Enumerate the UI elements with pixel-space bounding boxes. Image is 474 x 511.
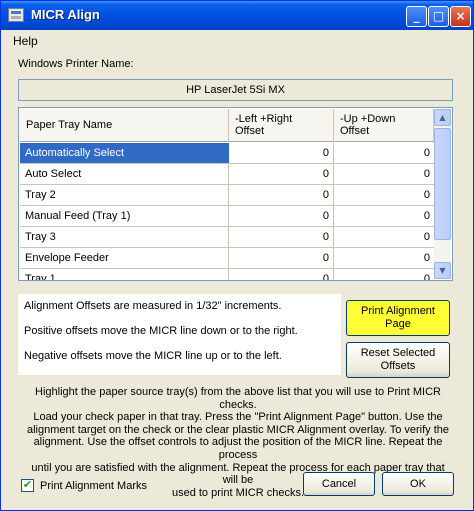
offset-info-panel: Alignment Offsets are measured in 1/32" … bbox=[18, 294, 341, 375]
left-right-offset-cell[interactable]: 0 bbox=[229, 185, 334, 205]
left-right-offset-cell[interactable]: 0 bbox=[229, 227, 334, 247]
table-row[interactable]: Manual Feed (Tray 1) 0 0 bbox=[20, 206, 434, 227]
title-bar[interactable]: MICR Align _ □ × bbox=[1, 1, 473, 30]
tray-name-cell[interactable]: Tray 2 bbox=[20, 185, 229, 205]
tray-name-cell[interactable]: Auto Select bbox=[20, 164, 229, 184]
paper-tray-grid: Paper Tray Name -Left +Right Offset -Up … bbox=[18, 107, 453, 281]
info-line-positive: Positive offsets move the MICR line down… bbox=[24, 325, 298, 337]
app-icon bbox=[8, 8, 24, 22]
up-down-offset-cell[interactable]: 0 bbox=[334, 227, 434, 247]
minimize-button[interactable]: _ bbox=[406, 6, 427, 27]
printer-name-label: Windows Printer Name: bbox=[18, 58, 134, 70]
window-title: MICR Align bbox=[31, 7, 100, 22]
print-alignment-marks-checkbox[interactable]: ✔ bbox=[21, 478, 34, 492]
maximize-button[interactable]: □ bbox=[428, 6, 449, 27]
info-line-measure: Alignment Offsets are measured in 1/32" … bbox=[24, 300, 282, 312]
up-down-offset-cell[interactable]: 0 bbox=[334, 185, 434, 205]
table-row[interactable]: Tray 300 bbox=[20, 227, 434, 248]
cancel-button[interactable]: Cancel bbox=[303, 472, 375, 496]
reset-selected-offsets-button[interactable]: Reset Selected Offsets bbox=[346, 342, 450, 378]
tray-name-cell[interactable]: Automatically Select bbox=[20, 143, 229, 163]
tray-name-cell[interactable]: Manual Feed (Tray 1) bbox=[20, 206, 229, 226]
left-right-offset-cell[interactable]: 0 bbox=[229, 248, 334, 268]
up-down-offset-cell[interactable]: 0 bbox=[334, 248, 434, 268]
scroll-up-arrow-icon[interactable]: ▲ bbox=[434, 109, 451, 126]
ok-button[interactable]: OK bbox=[382, 472, 454, 496]
left-right-offset-cell[interactable]: 0 bbox=[229, 164, 334, 184]
up-down-offset-cell[interactable]: 0 bbox=[334, 143, 434, 163]
table-row[interactable]: Envelope Feeder 0 0 bbox=[20, 248, 434, 269]
menu-help[interactable]: Help bbox=[13, 34, 38, 48]
close-button[interactable]: × bbox=[450, 6, 471, 27]
left-right-offset-cell[interactable]: 0 bbox=[229, 269, 334, 280]
scroll-thumb[interactable] bbox=[434, 128, 451, 240]
scroll-down-arrow-icon[interactable]: ▼ bbox=[434, 262, 451, 279]
up-down-offset-cell[interactable]: 0 bbox=[334, 269, 434, 280]
grid-vertical-scrollbar[interactable]: ▲ ▼ bbox=[434, 109, 451, 279]
info-line-negative: Negative offsets move the MICR line up o… bbox=[24, 350, 282, 362]
table-row[interactable]: Tray 100 bbox=[20, 269, 434, 280]
menu-bar: Help bbox=[1, 30, 473, 51]
tray-name-cell[interactable]: Tray 3 bbox=[20, 227, 229, 247]
table-row[interactable]: Auto Select 0 0 bbox=[20, 164, 434, 185]
table-row[interactable]: Automatically Select 0 0 bbox=[20, 143, 434, 164]
printer-name-field: HP LaserJet 5Si MX bbox=[18, 79, 453, 101]
left-right-offset-cell[interactable]: 0 bbox=[229, 206, 334, 226]
table-row[interactable]: Tray 200 bbox=[20, 185, 434, 206]
tray-name-cell[interactable]: Envelope Feeder bbox=[20, 248, 229, 268]
micr-align-window: MICR Align _ □ × Help Windows Printer Na… bbox=[0, 0, 474, 511]
print-alignment-page-button[interactable]: Print Alignment Page bbox=[346, 300, 450, 336]
column-header-tray-name[interactable]: Paper Tray Name bbox=[20, 109, 229, 142]
left-right-offset-cell[interactable]: 0 bbox=[229, 143, 334, 163]
column-header-up-down-offset[interactable]: -Up +Down Offset bbox=[334, 109, 434, 142]
print-alignment-marks-label[interactable]: Print Alignment Marks bbox=[40, 480, 147, 492]
tray-name-cell[interactable]: Tray 1 bbox=[20, 269, 229, 280]
up-down-offset-cell[interactable]: 0 bbox=[334, 206, 434, 226]
up-down-offset-cell[interactable]: 0 bbox=[334, 164, 434, 184]
checkmark-icon: ✔ bbox=[22, 478, 33, 491]
column-header-left-right-offset[interactable]: -Left +Right Offset bbox=[229, 109, 334, 142]
